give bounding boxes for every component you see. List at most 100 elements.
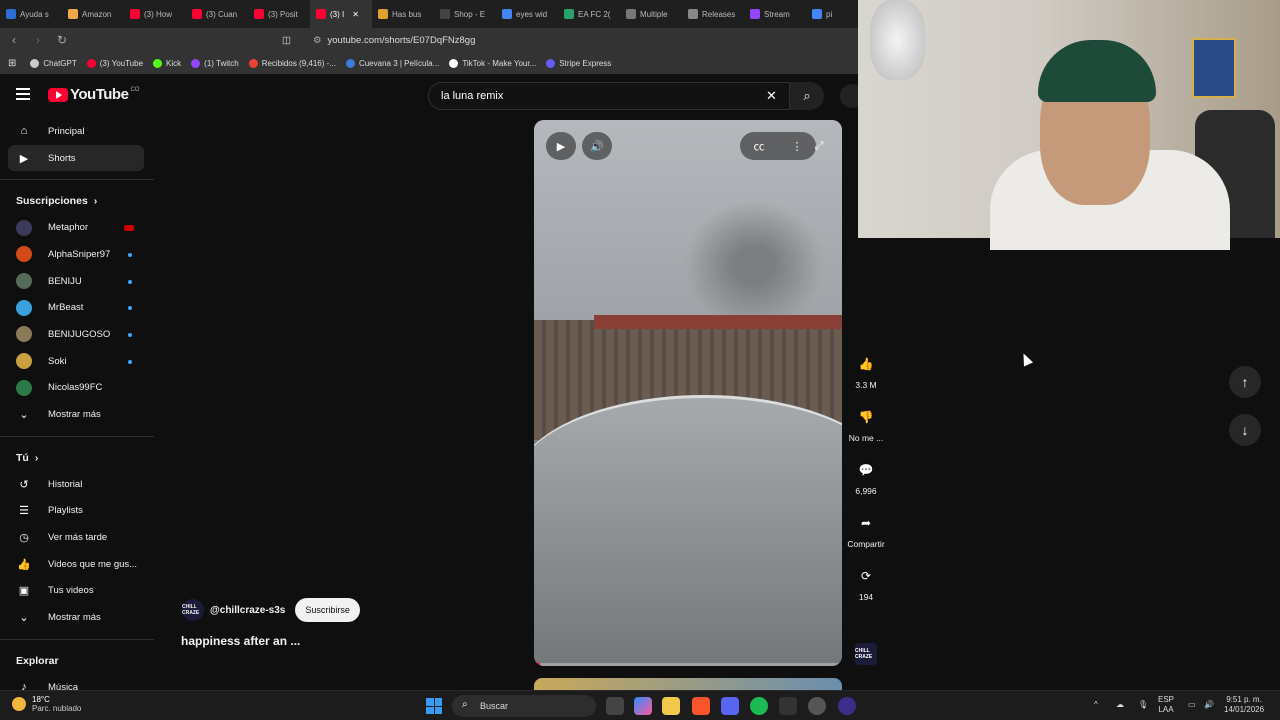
- browser-tab[interactable]: (3) Posit: [248, 0, 310, 28]
- bookmark-item[interactable]: Stripe Express: [546, 58, 611, 68]
- comments-icon[interactable]: 💬: [852, 456, 880, 484]
- previous-short-button[interactable]: ↑: [1229, 366, 1261, 398]
- short-video-player[interactable]: ▶ 🔊 ㏄ ⋮ ⤢: [534, 120, 842, 666]
- show-more-you-button[interactable]: ⌄ Mostrar más: [0, 604, 154, 631]
- sidebar-item-you[interactable]: ▣ Tus videos: [0, 578, 154, 605]
- sidebar-item-you[interactable]: ☰ Playlists: [0, 498, 154, 525]
- library-icon: ☰: [19, 505, 29, 518]
- back-icon[interactable]: ‹: [4, 30, 24, 50]
- display-icon[interactable]: ▭: [1188, 700, 1196, 710]
- steam-icon[interactable]: [808, 697, 826, 715]
- sidebar-item-music[interactable]: ♪ Música: [0, 674, 154, 690]
- subscriptions-heading[interactable]: Suscripciones ›: [0, 188, 154, 214]
- remix-action[interactable]: ⟳ 194: [842, 562, 890, 602]
- bookmark-item[interactable]: ChatGPT: [30, 58, 77, 68]
- sidebar-item-principal[interactable]: ⌂ Principal: [0, 118, 154, 145]
- bookmark-item[interactable]: (3) YouTube: [86, 58, 143, 68]
- remix-icon[interactable]: ⟳: [852, 562, 880, 590]
- comments-action[interactable]: 💬 6,996: [842, 456, 890, 496]
- subscription-item[interactable]: Metaphor: [0, 214, 154, 241]
- browser-tab[interactable]: (3) How: [124, 0, 186, 28]
- sidebar-item-you[interactable]: ↺ Historial: [0, 471, 154, 498]
- subscription-item[interactable]: BENIJU: [0, 268, 154, 295]
- url-field[interactable]: ◫ ⚙ youtube.com/shorts/E07DqFNz8gg: [282, 35, 475, 46]
- sidebar-item-shorts[interactable]: ▶ Shorts: [8, 144, 144, 172]
- subscription-item[interactable]: Soki: [0, 348, 154, 375]
- audio-app-icon[interactable]: [779, 697, 797, 715]
- bookmark-item[interactable]: Kick: [153, 58, 181, 68]
- forward-icon[interactable]: ›: [28, 30, 48, 50]
- more-options-icon[interactable]: ⋮: [792, 140, 803, 153]
- task-view-icon[interactable]: [606, 697, 624, 715]
- clear-search-icon[interactable]: ✕: [766, 88, 777, 104]
- browser-tab[interactable]: Has bus: [372, 0, 434, 28]
- file-explorer-icon[interactable]: [662, 697, 680, 715]
- dislike-icon[interactable]: 👎: [852, 403, 880, 431]
- volume-button[interactable]: 🔊: [582, 132, 612, 160]
- next-short-preview[interactable]: [534, 678, 842, 690]
- subscription-item[interactable]: MrBeast: [0, 294, 154, 321]
- mic-icon[interactable]: 🎙: [1138, 700, 1148, 710]
- show-more-subscriptions-button[interactable]: ⌄ Mostrar más: [0, 401, 154, 428]
- spotify-icon[interactable]: [750, 697, 768, 715]
- obs-icon[interactable]: [838, 697, 856, 715]
- taskbar-search[interactable]: ⌕ Buscar: [452, 695, 596, 717]
- browser-tab[interactable]: Multiple: [620, 0, 682, 28]
- copilot-icon[interactable]: [634, 697, 652, 715]
- browser-tab[interactable]: (3) I ✕: [310, 0, 372, 28]
- share-action[interactable]: ➦ Compartir: [842, 509, 890, 549]
- channel-thumbnail[interactable]: CHILL CRAZE: [855, 643, 877, 665]
- browser-tab[interactable]: Ayuda s: [0, 0, 62, 28]
- subscription-item[interactable]: BENIJUGOSO: [0, 321, 154, 348]
- bookmark-icon[interactable]: ◫: [282, 35, 291, 46]
- tab-close-icon[interactable]: ✕: [352, 10, 359, 19]
- apps-grid-icon[interactable]: ⊞: [8, 58, 16, 69]
- browser-tab[interactable]: (3) Cuan: [186, 0, 248, 28]
- dislike-action[interactable]: 👎 No me ...: [842, 403, 890, 443]
- browser-tab[interactable]: Shop - E: [434, 0, 496, 28]
- like-icon[interactable]: 👍: [852, 350, 880, 378]
- clock[interactable]: 9:51 p. m. 14/01/2026: [1224, 695, 1264, 715]
- short-title[interactable]: happiness after an ...: [181, 634, 300, 648]
- like-action[interactable]: 👍 3.3 M: [842, 350, 890, 390]
- play-pause-button[interactable]: ▶: [546, 132, 576, 160]
- sidebar-item-you[interactable]: 👍 Videos que me gus...: [0, 551, 154, 578]
- browser-tab[interactable]: Releases: [682, 0, 744, 28]
- discord-icon[interactable]: [721, 697, 739, 715]
- windows-start-icon[interactable]: [426, 698, 442, 714]
- fullscreen-button[interactable]: ⤢: [804, 132, 834, 160]
- subscription-item[interactable]: Nicolas99FC: [0, 375, 154, 402]
- youtube-logo[interactable]: YouTube CO: [48, 86, 139, 103]
- subscription-item[interactable]: AlphaSniper97: [0, 241, 154, 268]
- subscribe-button[interactable]: Suscribirse: [295, 598, 360, 622]
- speaker-icon[interactable]: 🔊: [1204, 700, 1214, 710]
- reload-icon[interactable]: ↻: [52, 30, 72, 50]
- search-input[interactable]: la luna remix: [428, 82, 790, 110]
- site-info-icon[interactable]: ⚙: [313, 35, 322, 46]
- brave-icon[interactable]: [692, 697, 710, 715]
- channel-avatar[interactable]: CHILL CRAZE: [182, 599, 204, 621]
- bookmark-item[interactable]: Recibidos (9,416) -...: [248, 58, 336, 68]
- tray-chevron-icon[interactable]: ^: [1094, 700, 1098, 710]
- bookmark-item[interactable]: TikTok - Make Your...: [449, 58, 536, 68]
- bookmark-item[interactable]: Cuevana 3 | Película...: [345, 58, 439, 68]
- language-indicator[interactable]: ESP LAA: [1158, 695, 1174, 715]
- video-frame-roof: [594, 315, 842, 329]
- browser-tab[interactable]: eyes wid: [496, 0, 558, 28]
- menu-icon[interactable]: [16, 88, 30, 100]
- channel-handle[interactable]: @chillcraze-s3s: [210, 605, 285, 616]
- bookmark-item[interactable]: (1) Twitch: [191, 58, 239, 68]
- network-icon[interactable]: ☁: [1116, 700, 1124, 710]
- video-progress-bar[interactable]: [534, 663, 842, 666]
- sidebar-item-you[interactable]: ◷ Ver más tarde: [0, 524, 154, 551]
- next-short-button[interactable]: ↓: [1229, 414, 1261, 446]
- browser-tab[interactable]: Amazon: [62, 0, 124, 28]
- weather-widget[interactable]: 18°C Parc. nublado: [12, 695, 81, 713]
- browser-tab[interactable]: Stream: [744, 0, 806, 28]
- search-button[interactable]: ⌕: [790, 82, 824, 110]
- you-heading[interactable]: Tú ›: [0, 445, 154, 471]
- browser-tab[interactable]: pi: [806, 0, 860, 28]
- tab-label: (3) Cuan: [206, 9, 238, 19]
- browser-tab[interactable]: EA FC 2(: [558, 0, 620, 28]
- share-icon[interactable]: ➦: [852, 509, 880, 537]
